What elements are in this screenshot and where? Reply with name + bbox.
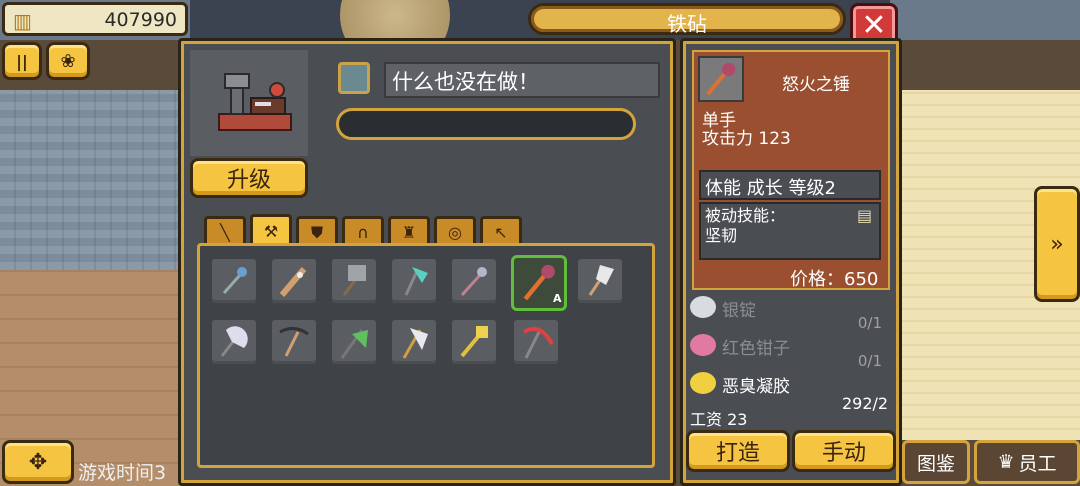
recipe-slot-golden-axe[interactable] [392, 320, 436, 364]
recipe-slot-warhammer[interactable] [332, 259, 376, 303]
expand-panel-button[interactable]: » [1034, 186, 1080, 302]
material-count: 0/1 [857, 352, 882, 370]
pause-icon: || [16, 51, 28, 71]
manual-craft-button[interactable]: 手动 [792, 430, 896, 472]
material-name: 恶臭凝胶 [722, 377, 790, 397]
axe-icon: ⚒ [263, 222, 279, 241]
tab-helmets[interactable]: ∩ [342, 216, 384, 246]
recipe-slot-battle-axe[interactable] [212, 320, 256, 364]
item-price: 价格：650 [790, 269, 879, 290]
morning-star-icon [460, 267, 487, 297]
recipe-slot-crimson-scythe[interactable] [514, 320, 558, 364]
cleaver-icon [588, 265, 614, 296]
selected-slot-badge: A [553, 292, 562, 305]
craft-progress-bar [336, 108, 636, 140]
game-time-label: 游戏时间3 [78, 462, 167, 484]
recipe-slot-mace[interactable] [212, 259, 256, 303]
tab-swords[interactable]: ╲ [204, 216, 246, 246]
spiked-club-icon [279, 267, 307, 297]
mace-icon [222, 267, 247, 294]
tab-shields[interactable]: ⛊ [296, 216, 338, 246]
item-attack: 攻击力 123 [702, 129, 791, 149]
item-traits: 体能 成长 等级2 [699, 170, 881, 200]
golden-axe-icon [402, 328, 428, 359]
crimson-scythe-icon [522, 327, 554, 359]
staff-button[interactable]: ♛ 员工 [974, 440, 1080, 484]
warhammer-icon [342, 265, 366, 296]
tab-pickaxes[interactable]: ↖ [480, 216, 522, 246]
pause-button[interactable]: || [2, 42, 42, 80]
atlas-button[interactable]: 图鉴 [902, 440, 970, 484]
scroll-icon[interactable]: ▤ [857, 206, 872, 225]
money-value: 407990 [104, 9, 177, 31]
recipe-slot-pickaxe[interactable] [272, 320, 316, 364]
scene-stone-wall-left [0, 90, 190, 270]
passive-skill-label: 被动技能： [705, 206, 786, 225]
emote-button[interactable]: ❀ [46, 42, 90, 80]
ring-icon: ◎ [448, 223, 462, 242]
recipe-slot-cleaver[interactable] [578, 259, 622, 303]
crown-icon: ♛ [997, 451, 1015, 473]
money-bar: ▥ 407990 [2, 2, 188, 36]
coin-stack-icon: ▥ [13, 9, 32, 33]
helmet-icon: ∩ [357, 223, 369, 242]
item-icon-frame [698, 56, 744, 102]
cluster-icon: ❀ [60, 50, 76, 72]
sword-icon: ╲ [220, 223, 230, 242]
red-pincer-icon [690, 334, 716, 356]
material-count: 0/1 [857, 314, 882, 332]
staff-label: 员工 [1018, 452, 1057, 475]
emerald-axe-icon [340, 329, 368, 359]
status-text: 什么也没在做！ [384, 62, 660, 98]
atlas-label: 图鉴 [916, 452, 955, 475]
recipe-slot-golden-mace[interactable] [452, 320, 496, 364]
tab-axes[interactable]: ⚒ [250, 214, 292, 246]
material-name: 银锭 [722, 301, 756, 321]
passive-skill-box: 被动技能： 坚韧 [699, 202, 881, 260]
craft-button[interactable]: 打造 [686, 430, 790, 472]
recipe-slot-emerald-axe[interactable] [332, 320, 376, 364]
item-name: 怒火之锤 [782, 75, 850, 95]
material-row: 红色钳子 0/1 [690, 332, 890, 370]
material-count: 292/2 [842, 394, 889, 413]
auto-craft-checkbox[interactable] [338, 62, 370, 94]
tab-rings[interactable]: ◎ [434, 216, 476, 246]
material-row: 银锭 0/1 [690, 294, 890, 332]
recipe-slot-morning-star[interactable] [452, 259, 496, 303]
window-title: 铁砧 [667, 12, 707, 36]
shield-icon: ⛊ [310, 222, 323, 242]
tab-armor[interactable]: ♜ [388, 216, 430, 246]
dpad-icon: ✥ [28, 449, 48, 475]
double-chevron-right-icon: » [1050, 231, 1064, 257]
pickaxe-icon: ↖ [494, 223, 508, 242]
passive-skill-value: 坚韧 [705, 226, 738, 245]
armor-icon: ♜ [401, 223, 417, 242]
pickaxe-icon [279, 327, 309, 357]
camera-move-button[interactable]: ✥ [2, 440, 74, 484]
ice-axe-icon [404, 267, 428, 296]
slime-gel-icon [690, 372, 716, 394]
golden-mace-icon [460, 326, 488, 358]
silver-ingot-icon [690, 296, 716, 318]
material-name: 红色钳子 [722, 339, 790, 359]
fury-hammer-icon [706, 62, 736, 96]
anvil-station-icon [218, 73, 292, 131]
upgrade-button[interactable]: 升级 [190, 158, 308, 198]
window-title-bar: 铁砧 [528, 3, 846, 36]
recipe-slot-ice-axe[interactable] [392, 259, 436, 303]
recipe-slot-spiked-club[interactable] [272, 259, 316, 303]
wage-label: 工资 23 [690, 410, 748, 429]
battle-axe-icon [220, 326, 248, 357]
